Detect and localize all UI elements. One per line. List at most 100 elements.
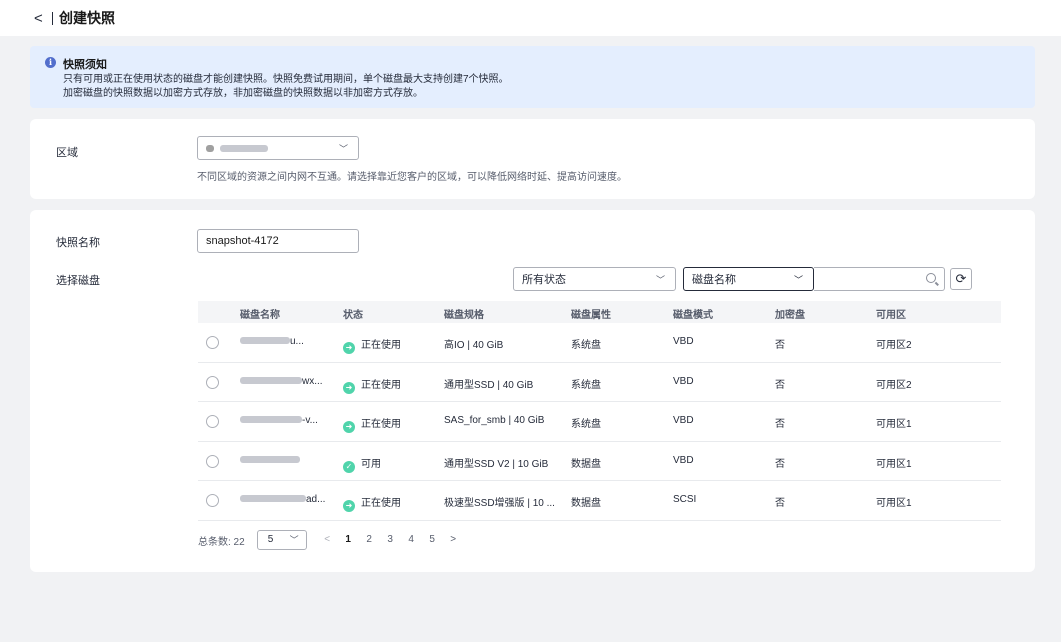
disk-name-cell[interactable]: -v... <box>240 415 318 426</box>
arrow-right-circle-icon: ➜ <box>343 342 355 354</box>
row-radio[interactable] <box>206 336 219 349</box>
table-row[interactable]: u... ➜ 正在使用 高IO | 40 GiB 系统盘 VBD 否 可用区2 <box>198 323 1001 363</box>
table-row[interactable]: ✓ 可用 通用型SSD V2 | 10 GiB 数据盘 VBD 否 可用区1 <box>198 442 1001 481</box>
col-status: 状态 <box>343 310 363 321</box>
encrypted-cell: 否 <box>775 419 785 430</box>
next-page-button[interactable]: > <box>443 531 464 549</box>
top-bar: < 创建快照 <box>0 0 1061 36</box>
row-radio[interactable] <box>206 494 219 507</box>
info-icon: i <box>45 57 56 68</box>
encrypted-cell: 否 <box>775 498 785 509</box>
az-cell: 可用区1 <box>876 498 912 509</box>
row-radio[interactable] <box>206 375 219 389</box>
mode-cell: SCSI <box>673 494 697 505</box>
spec-cell: 通用型SSD V2 | 10 GiB <box>444 458 549 470</box>
table-row[interactable]: ad... ➜ 正在使用 极速型SSD增强版 | 10 ... 数据盘 SCSI … <box>198 481 1001 521</box>
col-az: 可用区 <box>876 310 906 321</box>
disk-selection-card: 快照名称 snapshot-4172 选择磁盘 所有状态 ﹀ 磁盘名称 ﹀ ⟳ … <box>30 210 1035 572</box>
status-cell: ✓ 可用 <box>343 455 381 473</box>
prev-page-button[interactable]: < <box>317 531 338 549</box>
region-select[interactable]: ﹀ <box>197 136 359 160</box>
disk-name-cell[interactable]: wx... <box>240 376 323 387</box>
az-cell: 可用区1 <box>876 458 912 470</box>
pagination: 总条数: 22 5 ﹀ < 1 2 3 4 5 > <box>198 528 464 552</box>
disk-name-suffix: wx... <box>302 375 323 387</box>
region-flag-icon <box>206 144 214 152</box>
col-disk-attr: 磁盘属性 <box>571 310 611 321</box>
col-encrypted: 加密盘 <box>775 310 805 321</box>
table-row[interactable]: wx... ➜ 正在使用 通用型SSD | 40 GiB 系统盘 VBD 否 可用… <box>198 363 1001 402</box>
disk-name-redacted <box>240 455 300 463</box>
attr-cell: 系统盘 <box>571 419 601 430</box>
disk-name-redacted <box>240 337 290 344</box>
az-cell: 可用区1 <box>876 419 912 430</box>
total-count: 总条数: 22 <box>198 536 245 548</box>
page-4-button[interactable]: 4 <box>401 531 422 549</box>
spec-cell: 通用型SSD | 40 GiB <box>444 379 534 391</box>
search-field-value: 磁盘名称 <box>692 274 736 286</box>
disk-name-cell[interactable]: ad... <box>240 494 325 505</box>
chevron-down-icon: ﹀ <box>655 275 665 285</box>
notice-text-2: 加密磁盘的快照数据以加密方式存放，非加密磁盘的快照数据以非加密方式存放。 <box>63 88 423 99</box>
search-icon[interactable] <box>926 273 936 283</box>
disk-name-redacted <box>240 416 302 423</box>
row-radio[interactable] <box>206 415 219 428</box>
chevron-down-icon: ﹀ <box>338 144 348 154</box>
mode-cell: VBD <box>673 375 694 387</box>
mode-cell: VBD <box>673 336 694 347</box>
disk-name-suffix: ad... <box>306 494 326 505</box>
region-card: 区域 ﹀ 不同区域的资源之间内网不互通。请选择靠近您客户的区域，可以降低网络时延… <box>30 119 1035 199</box>
encrypted-cell: 否 <box>775 340 785 351</box>
status-filter-select[interactable]: 所有状态 ﹀ <box>513 267 676 291</box>
disk-name-cell[interactable] <box>240 455 300 466</box>
snapshot-name-label: 快照名称 <box>56 237 100 249</box>
mode-cell: VBD <box>673 415 694 426</box>
page-size-value: 5 <box>267 534 274 545</box>
disk-name-redacted <box>240 376 302 384</box>
az-cell: 可用区2 <box>876 340 912 351</box>
notice-banner: i 快照须知 只有可用或正在使用状态的磁盘才能创建快照。快照免费试用期间，单个磁… <box>30 46 1035 108</box>
status-cell: ➜ 正在使用 <box>343 336 401 354</box>
encrypted-cell: 否 <box>775 379 785 391</box>
mode-cell: VBD <box>673 454 694 466</box>
page-2-button[interactable]: 2 <box>359 531 380 549</box>
attr-cell: 数据盘 <box>571 458 601 470</box>
disk-search-input[interactable] <box>814 267 945 291</box>
page-3-button[interactable]: 3 <box>380 531 401 549</box>
disk-name-suffix: u... <box>290 336 304 347</box>
spec-cell: 极速型SSD增强版 | 10 ... <box>444 498 555 509</box>
arrow-right-circle-icon: ➜ <box>343 421 355 433</box>
arrow-right-circle-icon: ➜ <box>343 500 355 512</box>
status-text: 可用 <box>361 458 381 470</box>
check-circle-icon: ✓ <box>343 460 355 473</box>
refresh-icon: ⟳ <box>955 271 967 286</box>
status-cell: ➜ 正在使用 <box>343 415 401 433</box>
page-1-button[interactable]: 1 <box>338 531 359 549</box>
region-hint: 不同区域的资源之间内网不互通。请选择靠近您客户的区域，可以降低网络时延、提高访问… <box>197 172 627 183</box>
row-radio[interactable] <box>206 454 219 468</box>
select-disk-label: 选择磁盘 <box>56 275 100 287</box>
attr-cell: 系统盘 <box>571 340 601 351</box>
refresh-button[interactable]: ⟳ <box>950 268 972 290</box>
chevron-down-icon: ﹀ <box>793 275 803 285</box>
snapshot-name-input[interactable]: snapshot-4172 <box>197 229 359 253</box>
arrow-right-circle-icon: ➜ <box>343 381 355 394</box>
status-text: 正在使用 <box>361 419 401 430</box>
status-cell: ➜ 正在使用 <box>343 376 401 394</box>
col-disk-name: 磁盘名称 <box>240 310 280 321</box>
spec-cell: 高IO | 40 GiB <box>444 340 504 351</box>
chevron-left-icon[interactable]: < <box>34 11 46 26</box>
page-size-select[interactable]: 5 ﹀ <box>256 530 307 550</box>
az-cell: 可用区2 <box>876 379 912 391</box>
table-row[interactable]: -v... ➜ 正在使用 SAS_for_smb | 40 GiB 系统盘 VBD… <box>198 402 1001 442</box>
disk-name-cell[interactable]: u... <box>240 336 304 347</box>
search-field-select[interactable]: 磁盘名称 ﹀ <box>683 267 814 291</box>
notice-text-1: 只有可用或正在使用状态的磁盘才能创建快照。快照免费试用期间，单个磁盘最大支持创建… <box>63 74 509 85</box>
status-text: 正在使用 <box>361 379 401 391</box>
region-value-redacted <box>220 144 268 152</box>
col-disk-spec: 磁盘规格 <box>444 310 484 321</box>
attr-cell: 系统盘 <box>571 379 601 391</box>
page-5-button[interactable]: 5 <box>422 531 443 549</box>
disk-name-redacted <box>240 495 306 502</box>
status-text: 正在使用 <box>361 498 401 509</box>
